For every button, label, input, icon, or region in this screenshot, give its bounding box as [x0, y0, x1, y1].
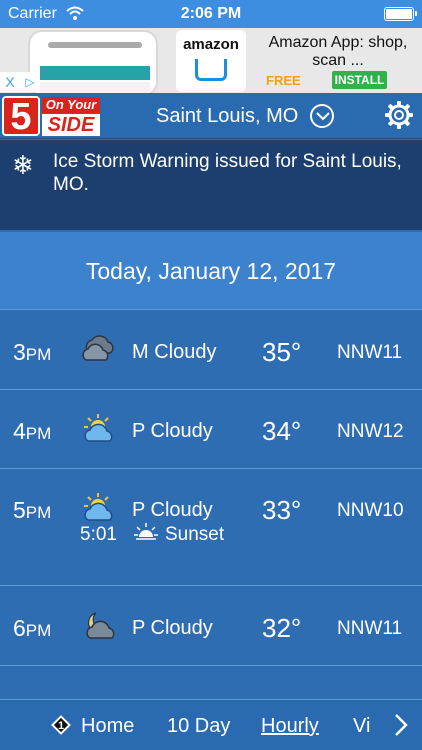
nav-hourly[interactable]: Hourly — [261, 715, 319, 738]
wind-label: NNW12 — [337, 421, 404, 442]
amazon-logo-text: amazon — [183, 36, 239, 53]
sunset-icon — [133, 521, 159, 552]
partly-cloudy-moon-icon — [78, 609, 120, 646]
cloud-icon — [78, 333, 120, 368]
hour-label: 4PM — [13, 418, 52, 444]
chevron-down-icon[interactable] — [310, 104, 334, 128]
nav-video[interactable]: Vi — [353, 715, 370, 738]
partly-cloudy-sun-icon — [78, 491, 120, 528]
hour-label: 3PM — [13, 339, 52, 365]
wind-label: NNW11 — [337, 342, 403, 363]
ad-banner[interactable]: amazon Amazon App: shop, scan ... FREE I… — [0, 28, 422, 93]
ad-title: Amazon App: shop, scan ... — [268, 34, 408, 69]
snowflake-icon: ❄ — [12, 150, 34, 180]
weather-alert[interactable]: ❄ Ice Storm Warning issued for Saint Lou… — [0, 140, 422, 230]
temperature-label: 32° — [262, 613, 302, 643]
hour-row[interactable]: 3PM M Cloudy 35° NNW11 — [0, 311, 422, 390]
logo-number: 5 — [2, 96, 40, 136]
wind-label: NNW10 — [337, 500, 404, 521]
status-time: 2:06 PM — [180, 5, 242, 22]
sunset-time: 5:01 — [80, 524, 117, 545]
bottom-nav: 1 Home 10 Day Hourly Vi — [0, 699, 422, 750]
nav-10-day[interactable]: 10 Day — [167, 715, 230, 738]
status-bar: Carrier 2:06 PM — [0, 0, 422, 28]
alert-text: Ice Storm Warning issued for Saint Louis… — [53, 151, 402, 195]
app-header: 5 On Your SIDE Saint Louis, MO — [0, 93, 422, 139]
ad-price: FREE — [266, 73, 301, 88]
station-logo: 5 On Your SIDE — [2, 96, 100, 136]
battery-icon — [384, 7, 417, 21]
logo-top-text: On Your — [42, 97, 100, 113]
notification-badge[interactable]: 1 — [50, 714, 72, 736]
partly-cloudy-sun-icon — [78, 412, 120, 449]
condition-label: P Cloudy — [132, 420, 213, 442]
cart-icon — [195, 59, 227, 81]
ad-close-icon[interactable]: X — [0, 72, 20, 92]
sunset-label: Sunset — [165, 524, 225, 545]
condition-label: P Cloudy — [132, 617, 213, 639]
gear-icon[interactable] — [384, 100, 414, 135]
svg-text:1: 1 — [58, 720, 64, 732]
condition-label: P Cloudy — [132, 499, 213, 521]
hour-label: 5PM — [13, 497, 52, 523]
amazon-logo: amazon — [176, 30, 246, 92]
chevron-right-icon[interactable] — [393, 712, 409, 743]
location-label[interactable]: Saint Louis, MO — [156, 105, 298, 128]
hour-label: 6PM — [13, 615, 52, 641]
wind-label: NNW11 — [337, 618, 403, 639]
temperature-label: 33° — [262, 495, 302, 525]
hour-row[interactable]: 4PM P Cloudy 34° NNW12 — [0, 390, 422, 469]
condition-label: M Cloudy — [132, 341, 217, 363]
hour-row[interactable]: 5PM P Cloudy 33° NNW10 5:01 Sunset — [0, 469, 422, 586]
nav-home[interactable]: Home — [81, 715, 134, 738]
temperature-label: 35° — [262, 337, 302, 367]
install-button[interactable]: INSTALL — [332, 71, 387, 89]
logo-bottom-text: SIDE — [42, 114, 100, 136]
hour-row-partial — [0, 667, 422, 699]
adchoices-icon[interactable]: ▷ — [20, 72, 40, 92]
ad-phone-image — [28, 30, 158, 93]
date-header: Today, January 12, 2017 — [0, 232, 422, 310]
temperature-label: 34° — [262, 416, 302, 446]
hour-row[interactable]: 6PM P Cloudy 32° NNW11 — [0, 587, 422, 666]
